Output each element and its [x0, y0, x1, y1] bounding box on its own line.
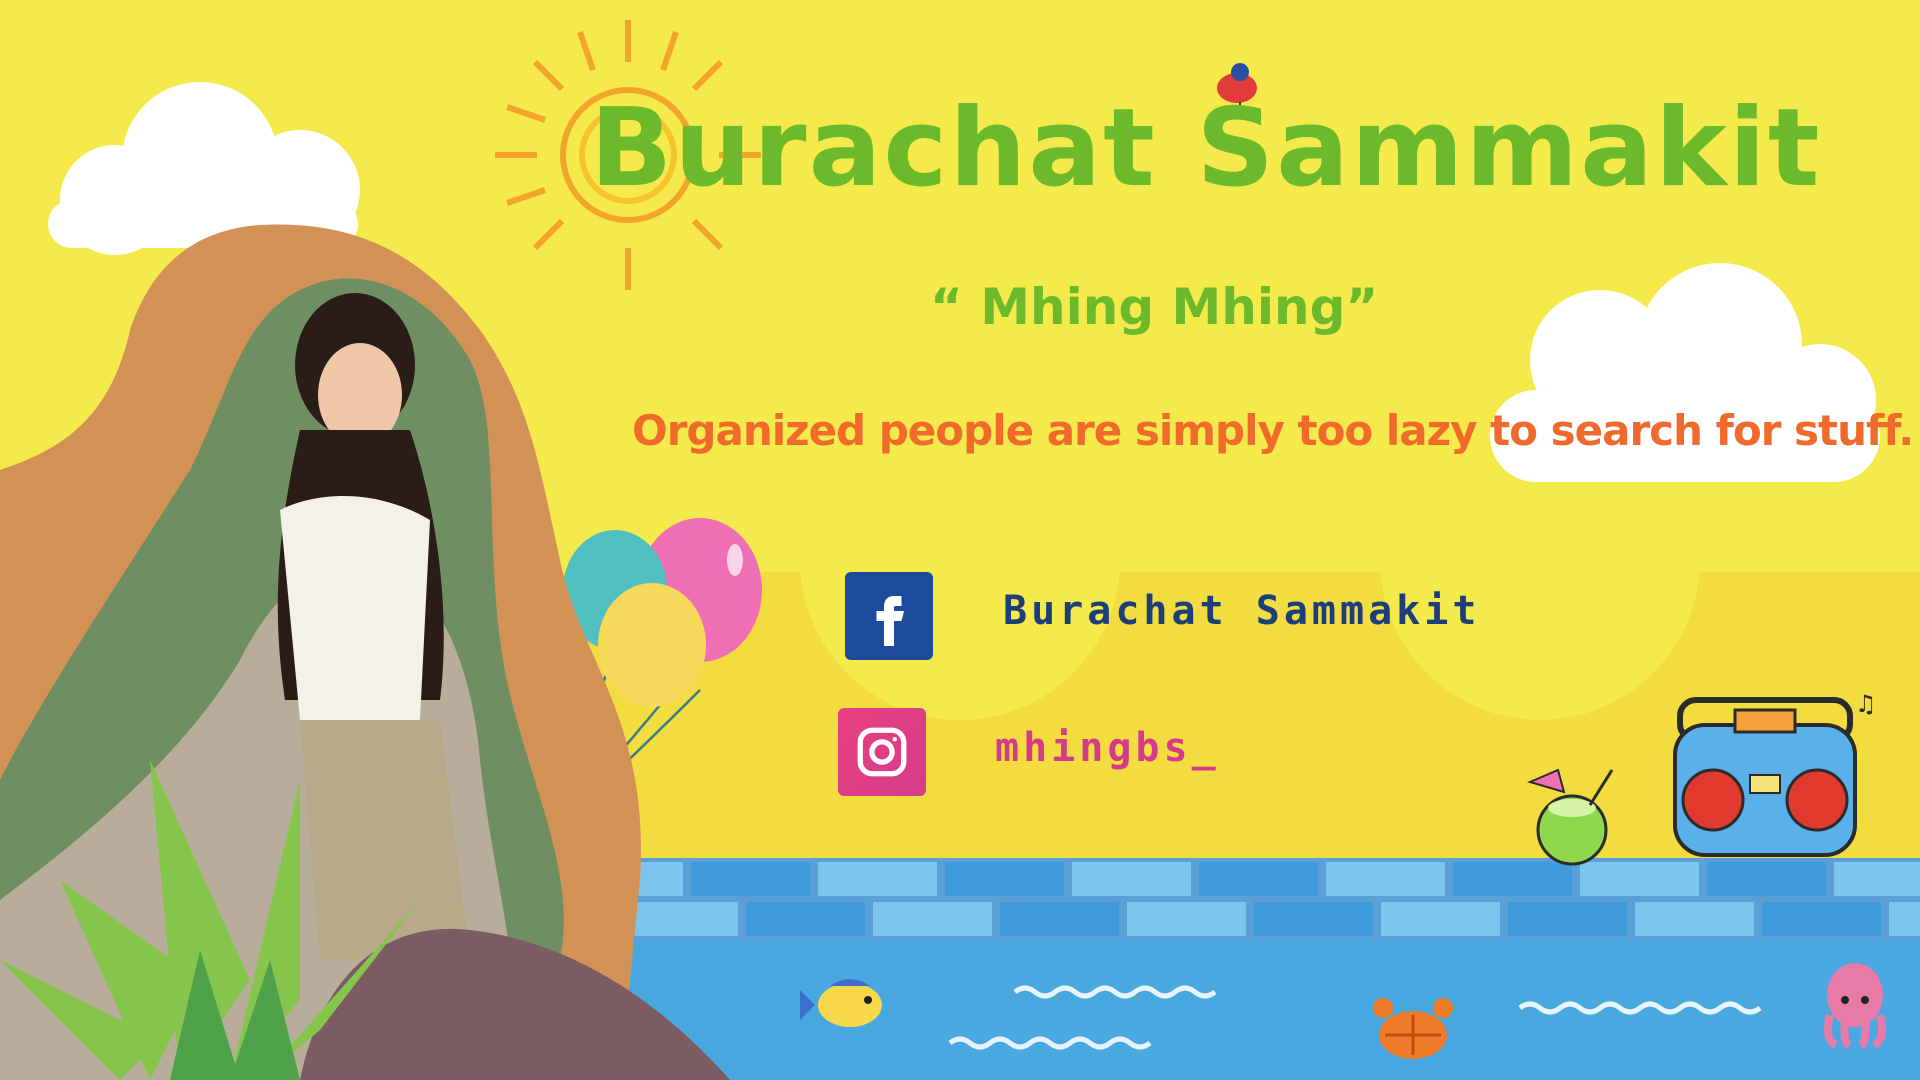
pool-tile [1326, 862, 1445, 896]
instagram-icon[interactable] [838, 708, 926, 796]
pool-tile [1707, 862, 1826, 896]
pool-tile [1834, 862, 1920, 896]
pool-tile [1072, 862, 1191, 896]
tagline-text: Organized people are simply too lazy to … [632, 406, 1914, 455]
pool-tile [1127, 902, 1246, 936]
instagram-handle[interactable]: mhingbs_ [995, 725, 1220, 771]
facebook-icon[interactable] [845, 572, 933, 660]
pool-tile [1889, 902, 1920, 936]
pool-tile [1381, 902, 1500, 936]
pool-tile [1762, 902, 1881, 936]
nickname-text: “ Mhing Mhing” [930, 278, 1379, 336]
pool-tile [691, 862, 810, 896]
svg-text:♫: ♫ [1855, 690, 1877, 718]
pool-tile [873, 902, 992, 936]
facebook-handle[interactable]: Burachat Sammakit [1003, 588, 1480, 634]
pool-tile [1199, 862, 1318, 896]
pool-tile [746, 902, 865, 936]
pool-tile [945, 862, 1064, 896]
pool-tile [1254, 902, 1373, 936]
pool-tile [1508, 902, 1627, 936]
pool-tile [1000, 902, 1119, 936]
pool-tile [1580, 862, 1699, 896]
pool-tile [1635, 902, 1754, 936]
pool-tile [818, 862, 937, 896]
profile-name-title: Burachat Sammakit [590, 86, 1822, 211]
pool-tile [1453, 862, 1572, 896]
